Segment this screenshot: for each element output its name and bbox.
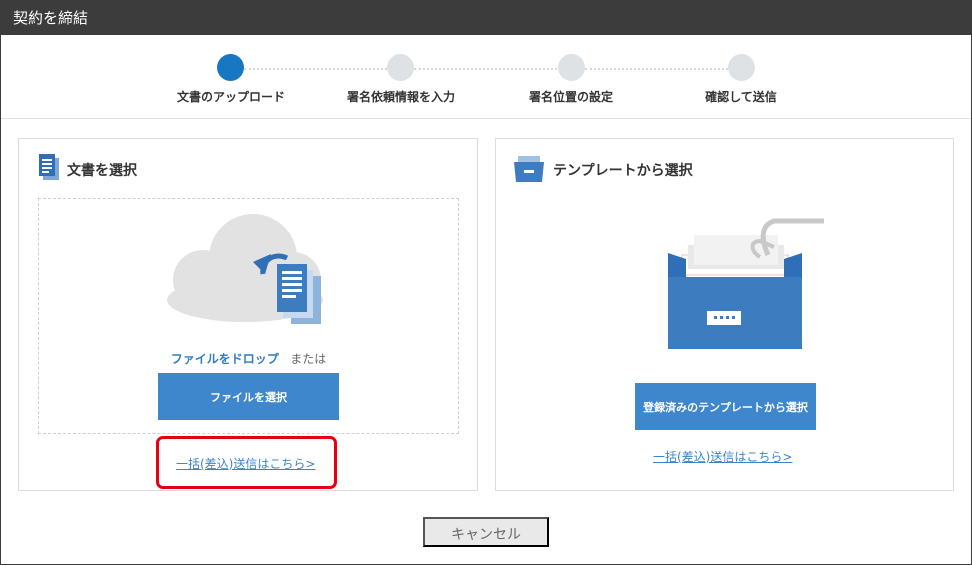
step-connector	[244, 68, 387, 70]
dialog-title: 契約を締結	[1, 1, 971, 35]
step-2-label: 署名依頼情報を入力	[346, 90, 455, 104]
step-4-indicator	[728, 54, 755, 81]
highlight-box	[156, 436, 337, 489]
template-select-panel: テンプレートから選択 登録済みのテンプレートから選択 一括(差込)送信はこちら>	[495, 138, 954, 491]
step-3-label: 署名位置の設定	[528, 90, 613, 104]
select-file-button[interactable]: ファイルを選択	[158, 373, 339, 420]
template-panel-title: テンプレートから選択	[553, 163, 693, 179]
document-icon	[39, 154, 61, 186]
progress-stepper: 文書のアップロード 署名依頼情報を入力 署名位置の設定 確認して送信	[1, 35, 971, 119]
drop-instruction: ファイルをドロップ または	[39, 350, 458, 367]
file-drawer-illustration	[664, 207, 829, 353]
step-connector	[585, 68, 728, 70]
step-1-indicator	[217, 54, 244, 81]
file-dropzone[interactable]: ファイルをドロップ または ファイルを選択	[38, 198, 459, 434]
step-4-label: 確認して送信	[705, 90, 777, 104]
cancel-button[interactable]: キャンセル	[423, 517, 549, 547]
step-3-indicator	[558, 54, 585, 81]
cloud-upload-icon	[165, 214, 335, 336]
drop-or-text: または	[290, 352, 327, 366]
step-2-indicator	[387, 54, 414, 81]
contract-dialog: 契約を締結 文書のアップロード 署名依頼情報を入力 署名位置の設定 確認して送信…	[0, 0, 972, 565]
file-drawer-icon	[514, 156, 544, 186]
drop-text: ファイルをドロップ	[170, 352, 279, 366]
bulk-send-link[interactable]: 一括(差込)送信はこちら>	[653, 448, 792, 465]
document-panel-title: 文書を選択	[67, 163, 137, 179]
step-1-label: 文書のアップロード	[176, 90, 285, 104]
select-template-button[interactable]: 登録済みのテンプレートから選択	[635, 383, 816, 430]
step-connector	[414, 68, 557, 70]
